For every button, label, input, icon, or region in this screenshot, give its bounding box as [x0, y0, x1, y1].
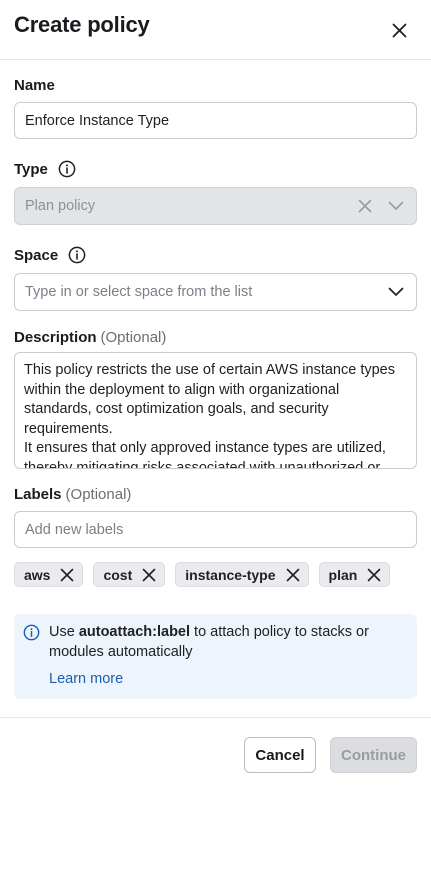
description-label-text: Description: [14, 329, 97, 346]
callout-keyword: autoattach:label: [78, 624, 191, 640]
labels-optional: (Optional): [65, 486, 132, 503]
space-select-actions: [388, 274, 404, 310]
label-tag-text: plan: [328, 566, 358, 583]
description-label: Description (Optional): [14, 329, 166, 346]
footer-divider: [0, 717, 431, 718]
learn-more-link[interactable]: Learn more: [49, 671, 123, 687]
continue-button[interactable]: Continue: [330, 737, 417, 773]
type-info-icon[interactable]: [58, 160, 76, 178]
page-title: Create policy: [14, 12, 150, 37]
chevron-down-icon[interactable]: [388, 287, 404, 297]
name-input[interactable]: Enforce Instance Type: [14, 102, 417, 139]
callout-text: Use autoattach:label to attach policy to…: [49, 623, 399, 662]
remove-tag-icon[interactable]: [60, 568, 74, 582]
remove-tag-icon[interactable]: [286, 568, 300, 582]
type-select[interactable]: Plan policy: [14, 187, 417, 225]
drawer-header: Create policy: [0, 0, 431, 60]
description-textarea[interactable]: This policy restricts the use of certain…: [14, 352, 417, 469]
labels-label: Labels (Optional): [14, 486, 131, 503]
autoattach-callout: Use autoattach:label to attach policy to…: [14, 614, 417, 699]
label-tag: plan: [318, 562, 391, 587]
space-label: Space: [14, 246, 86, 264]
label-tag: aws: [14, 562, 84, 587]
remove-tag-icon[interactable]: [367, 568, 381, 582]
remove-tag-icon[interactable]: [142, 568, 156, 582]
labels-label-text: Labels: [14, 486, 62, 503]
labels-input[interactable]: Add new labels: [14, 511, 417, 548]
name-label-text: Name: [14, 77, 55, 94]
name-input-value: Enforce Instance Type: [25, 112, 170, 129]
label-tag: cost: [93, 562, 166, 587]
name-label: Name: [14, 77, 55, 94]
info-icon: [23, 624, 40, 641]
space-select-placeholder: Type in or select space from the list: [25, 284, 253, 300]
type-select-actions: [358, 188, 404, 224]
label-tag: instance-type: [175, 562, 309, 587]
close-icon: [392, 23, 406, 37]
labels-input-placeholder: Add new labels: [25, 521, 124, 538]
callout-prefix: Use: [49, 624, 79, 640]
cancel-button[interactable]: Cancel: [244, 737, 316, 773]
label-tag-text: instance-type: [185, 566, 276, 583]
space-select[interactable]: Type in or select space from the list: [14, 273, 417, 311]
chevron-down-icon[interactable]: [388, 201, 404, 211]
type-select-value: Plan policy: [25, 198, 96, 214]
label-tag-text: aws: [24, 566, 51, 583]
type-label-text: Type: [14, 160, 48, 178]
description-optional: (Optional): [100, 329, 167, 346]
create-policy-drawer: Create policy Name Enforce Instance Type…: [0, 0, 431, 894]
space-label-text: Space: [14, 246, 59, 264]
space-info-icon[interactable]: [68, 246, 86, 264]
type-label: Type: [14, 160, 76, 178]
label-tags: aws cost instance-type plan: [14, 562, 391, 587]
label-tag-text: cost: [103, 566, 133, 583]
close-button[interactable]: [388, 19, 410, 41]
clear-icon[interactable]: [358, 199, 372, 213]
